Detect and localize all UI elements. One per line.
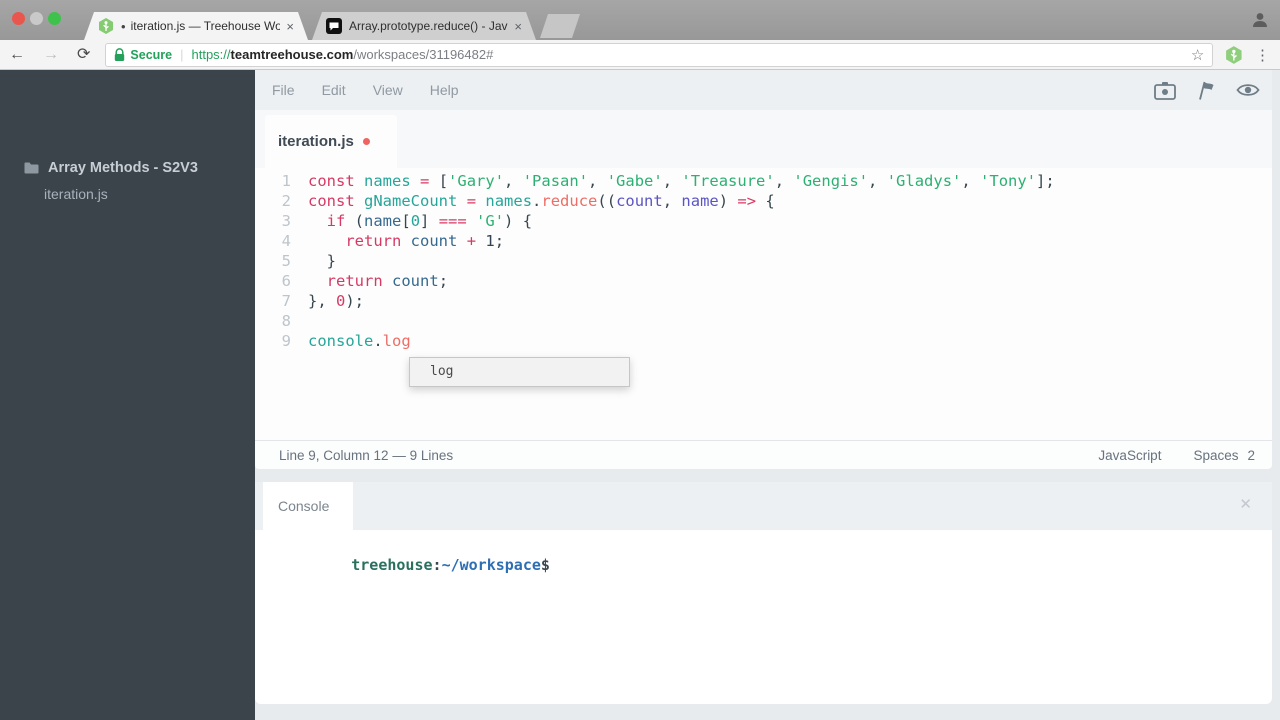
browser-tab-mdn[interactable]: Array.prototype.reduce() - Jav ×: [312, 12, 536, 40]
code-line[interactable]: 3 if (name[0] === 'G') {: [255, 211, 1272, 231]
sidebar-item-iteration-js[interactable]: iteration.js: [44, 186, 108, 202]
sidebar-project-row[interactable]: Array Methods - S2V3: [24, 160, 198, 176]
zoom-window-button[interactable]: [48, 12, 61, 25]
secure-label: Secure: [130, 47, 173, 62]
indent-label: Spaces: [1193, 447, 1239, 463]
cursor-position-text: Line 9, Column 12 — 9 Lines: [279, 447, 454, 463]
minimize-window-button[interactable]: [30, 12, 43, 25]
url-domain: teamtreehouse.com: [230, 47, 354, 62]
menu-item-file[interactable]: File: [272, 82, 295, 98]
omnibox-divider: |: [180, 47, 184, 62]
prompt-user: treehouse: [351, 556, 433, 574]
preview-eye-icon[interactable]: [1236, 82, 1260, 98]
console-tab[interactable]: Console: [263, 482, 353, 530]
autocomplete-item[interactable]: log: [410, 358, 629, 386]
code-line[interactable]: 7 }, 0);: [255, 291, 1272, 311]
code-line[interactable]: 9 console.log: [255, 331, 1272, 351]
code-line[interactable]: 1 const names = ['Gary', 'Pasan', 'Gabe',…: [255, 171, 1272, 191]
code-text: if (name[0] === 'G') {: [326, 212, 533, 230]
console-terminal[interactable]: treehouse:~/workspace$: [255, 530, 1272, 704]
code-text: return count + 1;: [345, 232, 505, 250]
prompt-dollar: $: [540, 556, 550, 574]
editor-statusbar: Line 9, Column 12 — 9 Lines JavaScript S…: [255, 440, 1272, 469]
forward-icon[interactable]: →: [34, 46, 68, 63]
code-lines: 1 const names = ['Gary', 'Pasan', 'Gabe',…: [255, 171, 1272, 351]
new-tab-button[interactable]: [540, 14, 580, 38]
code-text: }, 0);: [308, 292, 365, 310]
line-number: 2: [281, 192, 291, 210]
code-line[interactable]: 5 }: [255, 251, 1272, 271]
line-number: 8: [281, 312, 291, 330]
console-header: Console ✕: [255, 482, 1272, 530]
workspace-menubar: File Edit View Help: [255, 70, 1272, 110]
url-scheme: https://: [191, 47, 231, 62]
indent-selector[interactable]: Spaces 2: [1193, 448, 1255, 463]
line-number: 3: [281, 212, 291, 230]
tab-close-icon[interactable]: ×: [286, 19, 294, 34]
folder-icon: [24, 162, 39, 174]
autocomplete-popup: log: [409, 357, 630, 387]
menu-items: File Edit View Help: [255, 82, 459, 98]
url-path: /workspaces/31196482#: [353, 47, 494, 62]
camera-icon[interactable]: [1154, 81, 1176, 100]
menu-item-view[interactable]: View: [373, 82, 403, 98]
editor-tab-label: iteration.js: [278, 133, 354, 150]
menu-item-help[interactable]: Help: [430, 82, 459, 98]
line-number: 5: [281, 252, 291, 270]
address-bar[interactable]: Secure | https://teamtreehouse.com/works…: [105, 42, 1214, 67]
workspace-main: File Edit View Help iteration.js 1 const nam…: [255, 70, 1280, 720]
secure-chip[interactable]: Secure: [114, 48, 172, 62]
code-text: return count;: [326, 272, 449, 290]
code-text: console.log: [308, 332, 411, 350]
editor-tab-iteration-js[interactable]: iteration.js: [265, 115, 397, 168]
browser-toolbar: ← → ⟳ Secure | https://teamtreehouse.com…: [0, 40, 1280, 70]
tab-title: iteration.js — Treehouse Wor: [130, 19, 281, 33]
unsaved-dot: [362, 138, 370, 145]
flag-icon[interactable]: [1197, 81, 1215, 100]
close-window-button[interactable]: [12, 12, 25, 25]
url-text: https://teamtreehouse.com/workspaces/311…: [192, 47, 1183, 62]
line-number: 7: [281, 292, 291, 310]
lock-icon: [115, 47, 125, 61]
language-selector[interactable]: JavaScript: [1098, 448, 1161, 463]
code-editor[interactable]: 1 const names = ['Gary', 'Pasan', 'Gabe',…: [255, 168, 1272, 440]
prompt-path: ~/workspace: [441, 556, 541, 574]
line-number: 4: [281, 232, 291, 250]
code-text: }: [308, 252, 336, 270]
line-number: 1: [281, 172, 291, 190]
code-line[interactable]: 8: [255, 311, 1272, 331]
reload-icon[interactable]: ⟳: [68, 46, 99, 63]
file-sidebar: Array Methods - S2V3 iteration.js: [0, 70, 255, 720]
editor-tabstrip: iteration.js: [255, 110, 1272, 168]
line-number: 6: [281, 272, 291, 290]
prompt-colon: :: [432, 556, 442, 574]
browser-tab-workspace[interactable]: • iteration.js — Treehouse Wor ×: [84, 12, 308, 40]
treehouse-favicon: [98, 18, 114, 34]
menu-item-edit[interactable]: Edit: [322, 82, 346, 98]
bookmark-star-icon[interactable]: ☆: [1191, 46, 1204, 64]
code-text: const gNameCount = names.reduce((count, …: [308, 192, 775, 210]
code-line[interactable]: 2 const gNameCount = names.reduce((count,…: [255, 191, 1272, 211]
terminal-prompt: treehouse:~/workspace$: [255, 530, 1272, 592]
browser-titlebar: • iteration.js — Treehouse Wor × Array.p…: [0, 0, 1280, 40]
line-number: 9: [281, 332, 291, 350]
tab-title: Array.prototype.reduce() - Jav: [349, 19, 508, 33]
tab-close-icon[interactable]: ×: [514, 19, 522, 34]
code-text: const names = ['Gary', 'Pasan', 'Gabe', …: [308, 172, 1055, 190]
back-icon[interactable]: ←: [0, 46, 34, 63]
profile-avatar-icon[interactable]: [1250, 10, 1270, 30]
code-line[interactable]: 4 return count + 1;: [255, 231, 1272, 251]
workspace-toolbar-icons: [1154, 81, 1272, 100]
console-panel: Console ✕ treehouse:~/workspace$: [255, 482, 1272, 704]
mdn-favicon: [326, 18, 342, 34]
project-name: Array Methods - S2V3: [48, 160, 198, 176]
code-line[interactable]: 6 return count;: [255, 271, 1272, 291]
extension-icon[interactable]: [1225, 45, 1243, 64]
browser-menu-icon[interactable]: ⋮: [1255, 46, 1270, 64]
tab-modified-indicator: •: [121, 18, 126, 34]
indent-size: 2: [1247, 447, 1255, 463]
console-close-icon[interactable]: ✕: [1239, 497, 1252, 512]
